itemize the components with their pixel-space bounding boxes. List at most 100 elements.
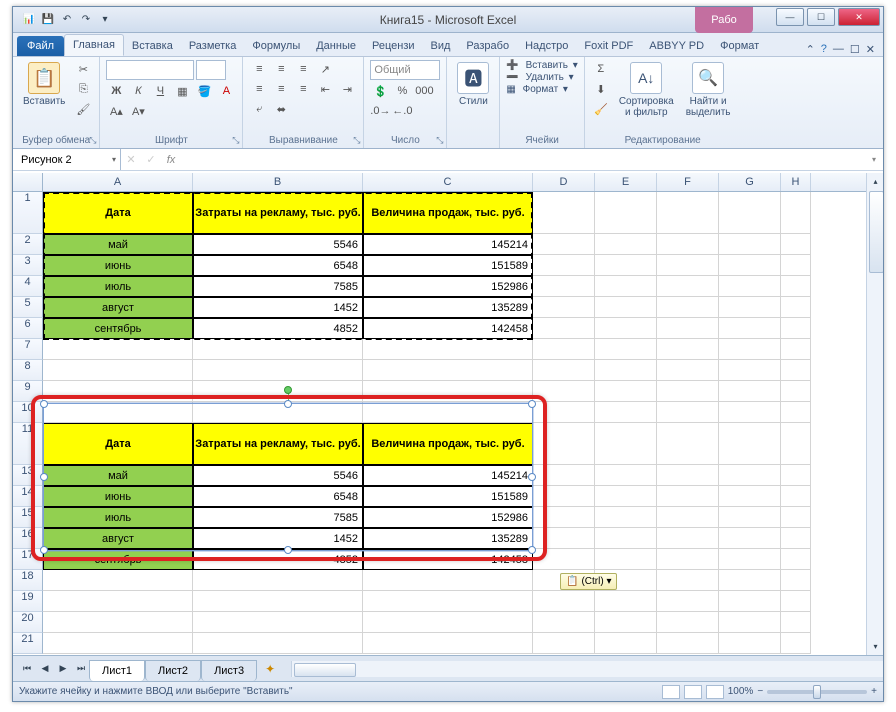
doc-minimize-icon[interactable]: — bbox=[833, 43, 844, 56]
col-header-c[interactable]: C bbox=[363, 173, 533, 191]
tab-foxit[interactable]: Foxit PDF bbox=[576, 36, 641, 56]
cell[interactable] bbox=[533, 591, 595, 612]
cell[interactable] bbox=[719, 423, 781, 465]
align-center-icon[interactable]: ≡ bbox=[271, 80, 291, 98]
cell[interactable]: июль bbox=[43, 276, 193, 297]
tab-review[interactable]: Рецензи bbox=[364, 36, 423, 56]
cell[interactable]: Величина продаж, тыс. руб. bbox=[363, 423, 533, 465]
cell[interactable] bbox=[719, 360, 781, 381]
col-header-a[interactable]: A bbox=[43, 173, 193, 191]
cell[interactable]: июль bbox=[43, 507, 193, 528]
cell[interactable] bbox=[193, 381, 363, 402]
row-header[interactable]: 4 bbox=[13, 276, 43, 297]
cell[interactable] bbox=[719, 549, 781, 570]
currency-icon[interactable]: 💲 bbox=[370, 82, 390, 100]
cell[interactable] bbox=[657, 486, 719, 507]
clear-icon[interactable]: 🧹 bbox=[591, 100, 611, 118]
cell[interactable] bbox=[363, 591, 533, 612]
cell[interactable] bbox=[43, 381, 193, 402]
cells-delete-button[interactable]: ➖ Удалить ▾ bbox=[506, 72, 573, 83]
cell[interactable] bbox=[719, 276, 781, 297]
cell[interactable]: май bbox=[43, 234, 193, 255]
row-header[interactable]: 6 bbox=[13, 318, 43, 339]
tab-abbyy[interactable]: ABBYY PD bbox=[641, 36, 712, 56]
sheet-nav-next-icon[interactable]: ▶ bbox=[55, 661, 71, 677]
cell[interactable] bbox=[193, 402, 363, 423]
cell[interactable] bbox=[533, 549, 595, 570]
close-button[interactable]: ✕ bbox=[838, 8, 880, 26]
cell[interactable]: 135289 bbox=[363, 297, 533, 318]
cell[interactable]: 4852 bbox=[193, 549, 363, 570]
cell[interactable] bbox=[781, 381, 811, 402]
bold-icon[interactable]: Ж bbox=[106, 82, 126, 100]
sheet-nav-first-icon[interactable]: ⏮ bbox=[19, 661, 35, 677]
row-header[interactable]: 5 bbox=[13, 297, 43, 318]
cell[interactable] bbox=[533, 612, 595, 633]
cell[interactable] bbox=[781, 465, 811, 486]
cell[interactable]: 145214 bbox=[363, 234, 533, 255]
cell[interactable] bbox=[595, 318, 657, 339]
cell[interactable] bbox=[781, 633, 811, 654]
cell[interactable] bbox=[781, 297, 811, 318]
cell[interactable] bbox=[781, 528, 811, 549]
cell[interactable] bbox=[657, 402, 719, 423]
cell[interactable]: Затраты на рекламу, тыс. руб. bbox=[193, 192, 363, 234]
cell[interactable]: Дата bbox=[43, 423, 193, 465]
cell[interactable] bbox=[781, 318, 811, 339]
cell[interactable]: 5546 bbox=[193, 234, 363, 255]
cell[interactable] bbox=[595, 234, 657, 255]
italic-icon[interactable]: К bbox=[128, 82, 148, 100]
zoom-out-icon[interactable]: − bbox=[757, 686, 763, 697]
cell[interactable] bbox=[781, 339, 811, 360]
cell[interactable] bbox=[719, 402, 781, 423]
cell[interactable] bbox=[595, 276, 657, 297]
row-header[interactable]: 16 bbox=[13, 528, 43, 549]
cell[interactable]: 135289 bbox=[363, 528, 533, 549]
cell[interactable] bbox=[657, 234, 719, 255]
name-box[interactable]: Рисунок 2 bbox=[13, 149, 121, 170]
cell[interactable] bbox=[533, 507, 595, 528]
select-all-corner[interactable] bbox=[13, 173, 43, 191]
cell[interactable] bbox=[781, 234, 811, 255]
cell[interactable] bbox=[595, 297, 657, 318]
cell[interactable] bbox=[363, 360, 533, 381]
cell[interactable]: 6548 bbox=[193, 486, 363, 507]
fill-color-icon[interactable]: 🪣 bbox=[194, 82, 214, 100]
cell[interactable] bbox=[657, 423, 719, 465]
cell[interactable] bbox=[533, 276, 595, 297]
cell[interactable] bbox=[193, 612, 363, 633]
comma-icon[interactable]: 000 bbox=[414, 82, 434, 100]
cell[interactable] bbox=[43, 339, 193, 360]
cell[interactable]: 145214 bbox=[363, 465, 533, 486]
zoom-thumb[interactable] bbox=[813, 685, 821, 699]
decrease-font-icon[interactable]: A▾ bbox=[128, 102, 148, 120]
cell[interactable] bbox=[533, 402, 595, 423]
cell[interactable]: 152986 bbox=[363, 276, 533, 297]
excel-icon[interactable]: 📊 bbox=[21, 12, 37, 28]
scroll-down-icon[interactable]: ▾ bbox=[867, 638, 883, 655]
cell[interactable] bbox=[657, 528, 719, 549]
cell[interactable] bbox=[657, 255, 719, 276]
sheet-nav-last-icon[interactable]: ⏭ bbox=[73, 661, 89, 677]
align-top-icon[interactable]: ≡ bbox=[249, 60, 269, 78]
cell[interactable] bbox=[533, 423, 595, 465]
align-middle-icon[interactable]: ≡ bbox=[271, 60, 291, 78]
redo-icon[interactable]: ↷ bbox=[78, 12, 94, 28]
cell[interactable] bbox=[719, 633, 781, 654]
cell[interactable] bbox=[657, 570, 719, 591]
cell[interactable] bbox=[781, 276, 811, 297]
cell[interactable]: 7585 bbox=[193, 507, 363, 528]
cell[interactable]: 7585 bbox=[193, 276, 363, 297]
cell[interactable] bbox=[781, 591, 811, 612]
new-sheet-icon[interactable]: ✦ bbox=[259, 662, 281, 676]
tab-layout[interactable]: Разметка bbox=[181, 36, 245, 56]
cell[interactable] bbox=[657, 276, 719, 297]
cell[interactable]: август bbox=[43, 528, 193, 549]
fx-icon[interactable]: fx bbox=[161, 154, 181, 166]
cell[interactable] bbox=[43, 633, 193, 654]
cell[interactable]: 151589 bbox=[363, 255, 533, 276]
row-header[interactable]: 19 bbox=[13, 591, 43, 612]
paste-button[interactable]: 📋 Вставить bbox=[19, 60, 69, 109]
cell[interactable] bbox=[363, 339, 533, 360]
cell[interactable]: 142458 bbox=[363, 318, 533, 339]
